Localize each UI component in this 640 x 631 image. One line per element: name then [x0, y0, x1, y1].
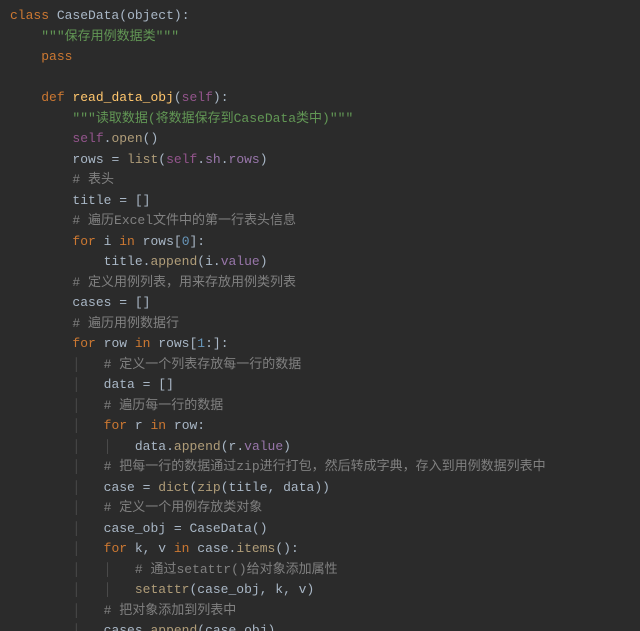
code-line: self.open() [10, 131, 158, 146]
class-call: CaseData [189, 521, 251, 536]
code-line: """读取数据(将数据保存到CaseData类中)""" [10, 111, 353, 126]
code-line: # 表头 [10, 172, 114, 187]
code-line: cases = [] [10, 295, 150, 310]
code-line: │ case = dict(zip(title, data)) [10, 480, 330, 495]
comment: # 表头 [72, 172, 114, 187]
base-class: object [127, 8, 174, 23]
comment: # 把每一行的数据通过zip进行打包，然后转成字典，存入到用例数据列表中 [104, 459, 546, 474]
keyword-for: for [104, 418, 127, 433]
code-line: │ cases.append(case_obj) [10, 623, 275, 631]
code-line: title = [] [10, 193, 150, 208]
code-line: class CaseData(object): [10, 8, 190, 23]
code-line: rows = list(self.sh.rows) [10, 152, 268, 167]
var-cases: cases [72, 295, 119, 310]
builtin-dict: dict [158, 480, 189, 495]
code-line: """保存用例数据类""" [10, 29, 179, 44]
code-line: title.append(i.value) [10, 254, 268, 269]
code-line: │ # 把每一行的数据通过zip进行打包，然后转成字典，存入到用例数据列表中 [10, 459, 546, 474]
method-append: append [174, 439, 221, 454]
keyword-in: in [119, 234, 135, 249]
code-line: │ # 把对象添加到列表中 [10, 603, 236, 618]
comment: # 遍历用例数据行 [72, 316, 179, 331]
function-name: read_data_obj [72, 90, 173, 105]
comment: # 遍历每一行的数据 [104, 398, 224, 413]
code-line: │ case_obj = CaseData() [10, 521, 268, 536]
param-self: self [182, 90, 213, 105]
code-line: │ │ data.append(r.value) [10, 439, 291, 454]
docstring: """读取数据(将数据保存到CaseData类中)""" [72, 111, 353, 126]
var-rows: rows [72, 152, 111, 167]
keyword-in: in [135, 336, 151, 351]
class-name: CaseData [57, 8, 119, 23]
code-line: │ │ # 通过setattr()给对象添加属性 [10, 562, 338, 577]
code-editor: class CaseData(object): """保存用例数据类""" pa… [0, 0, 640, 631]
code-line: pass [10, 49, 72, 64]
code-line: │ for r in row: [10, 418, 205, 433]
comment: # 定义用例列表，用来存放用例类列表 [72, 275, 296, 290]
var-data: data [104, 377, 143, 392]
keyword-def: def [41, 90, 64, 105]
var-self: self [72, 131, 103, 146]
code-line: │ for k, v in case.items(): [10, 541, 299, 556]
keyword-for: for [72, 234, 95, 249]
comment: # 通过setattr()给对象添加属性 [135, 562, 338, 577]
code-line: # 定义用例列表，用来存放用例类列表 [10, 275, 296, 290]
keyword-pass: pass [41, 49, 72, 64]
code-line: │ data = [] [10, 377, 174, 392]
code-line: for row in rows[1:]: [10, 336, 229, 351]
comment: # 定义一个列表存放每一行的数据 [104, 357, 302, 372]
method-append: append [150, 623, 197, 631]
code-line: │ # 定义一个列表存放每一行的数据 [10, 357, 301, 372]
keyword-class: class [10, 8, 49, 23]
keyword-in: in [174, 541, 190, 556]
method-open: open [111, 131, 142, 146]
comment: # 遍历Excel文件中的第一行表头信息 [72, 213, 296, 228]
keyword-for: for [72, 336, 95, 351]
builtin-setattr: setattr [135, 582, 190, 597]
docstring: """保存用例数据类""" [41, 29, 179, 44]
code-line: │ # 定义一个用例存放类对象 [10, 500, 262, 515]
code-line: # 遍历Excel文件中的第一行表头信息 [10, 213, 296, 228]
comment: # 定义一个用例存放类对象 [104, 500, 263, 515]
builtin-list: list [127, 152, 158, 167]
code-line: for i in rows[0]: [10, 234, 205, 249]
builtin-zip: zip [197, 480, 220, 495]
comment: # 把对象添加到列表中 [104, 603, 237, 618]
method-append: append [150, 254, 197, 269]
code-line: def read_data_obj(self): [10, 90, 229, 105]
var-title: title [72, 193, 119, 208]
code-line: # 遍历用例数据行 [10, 316, 179, 331]
code-line: │ # 遍历每一行的数据 [10, 398, 223, 413]
method-items: items [236, 541, 275, 556]
code-line: │ │ setattr(case_obj, k, v) [10, 582, 314, 597]
keyword-in: in [150, 418, 166, 433]
keyword-for: for [104, 541, 127, 556]
